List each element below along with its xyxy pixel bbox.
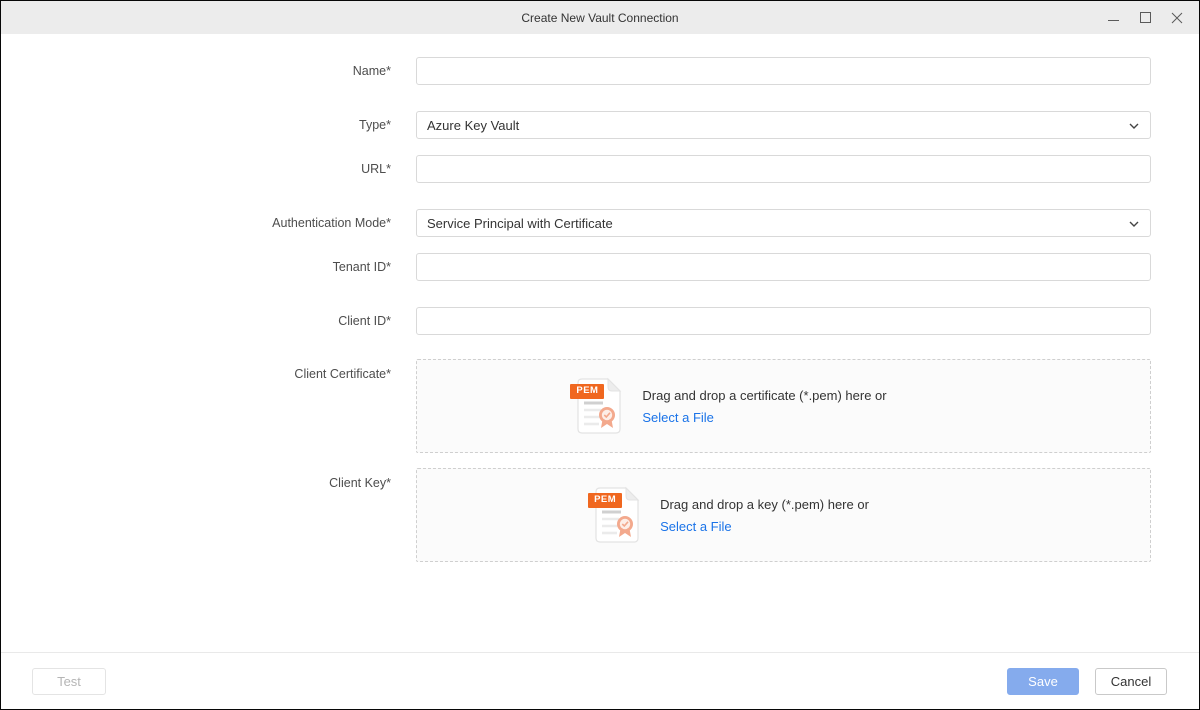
form-content: Name* Type* Azure Key Vault URL* Au: [1, 34, 1199, 652]
form-row-type: Type* Azure Key Vault: [1, 111, 1151, 139]
client-key-dropzone[interactable]: PEM Drag and drop a key (*.pem) here or …: [416, 468, 1151, 562]
close-icon: [1171, 12, 1183, 24]
type-label: Type*: [1, 118, 391, 132]
maximize-button[interactable]: [1129, 1, 1161, 34]
tenant-id-label: Tenant ID*: [1, 260, 391, 274]
form-row-tenant-id: Tenant ID*: [1, 253, 1151, 281]
client-id-input[interactable]: [416, 307, 1151, 335]
dropzone-prompt: Drag and drop a certificate (*.pem) here…: [642, 388, 886, 403]
form-row-client-certificate: Client Certificate*: [1, 359, 1151, 453]
chevron-down-icon: [1129, 123, 1139, 129]
select-file-link[interactable]: Select a File: [660, 519, 869, 534]
url-input[interactable]: [416, 155, 1151, 183]
dialog-footer: Test Save Cancel: [1, 652, 1199, 709]
test-button[interactable]: Test: [32, 668, 106, 695]
auth-mode-select[interactable]: Service Principal with Certificate: [416, 209, 1151, 237]
minimize-button[interactable]: [1097, 1, 1129, 34]
client-key-label: Client Key*: [1, 468, 391, 490]
client-id-label: Client ID*: [1, 314, 391, 328]
dialog-window: Create New Vault Connection Name* Type*: [0, 0, 1200, 710]
form-row-url: URL*: [1, 155, 1151, 183]
form-row-client-id: Client ID*: [1, 307, 1151, 335]
pem-file-icon: PEM: [588, 486, 642, 544]
client-certificate-label: Client Certificate*: [1, 359, 391, 381]
titlebar: Create New Vault Connection: [1, 1, 1199, 34]
form-row-name: Name*: [1, 57, 1151, 85]
url-label: URL*: [1, 162, 391, 176]
client-certificate-dropzone[interactable]: PEM Drag and drop a certificate (*.pem) …: [416, 359, 1151, 453]
window-controls: [1097, 1, 1193, 34]
cancel-button[interactable]: Cancel: [1095, 668, 1167, 695]
name-label: Name*: [1, 64, 391, 78]
dialog-title: Create New Vault Connection: [521, 11, 678, 25]
form-row-client-key: Client Key*: [1, 468, 1151, 562]
select-file-link[interactable]: Select a File: [642, 410, 886, 425]
chevron-down-icon: [1129, 221, 1139, 227]
tenant-id-input[interactable]: [416, 253, 1151, 281]
maximize-icon: [1140, 12, 1151, 23]
minimize-icon: [1108, 12, 1119, 23]
dropzone-prompt: Drag and drop a key (*.pem) here or: [660, 497, 869, 512]
auth-mode-select-value: Service Principal with Certificate: [427, 216, 613, 231]
pem-badge: PEM: [570, 384, 604, 399]
form-row-auth-mode: Authentication Mode* Service Principal w…: [1, 209, 1151, 237]
type-select-value: Azure Key Vault: [427, 118, 519, 133]
save-button[interactable]: Save: [1007, 668, 1079, 695]
name-input[interactable]: [416, 57, 1151, 85]
type-select[interactable]: Azure Key Vault: [416, 111, 1151, 139]
pem-file-icon: PEM: [570, 377, 624, 435]
pem-badge: PEM: [588, 493, 622, 508]
auth-mode-label: Authentication Mode*: [1, 216, 391, 230]
close-button[interactable]: [1161, 1, 1193, 34]
